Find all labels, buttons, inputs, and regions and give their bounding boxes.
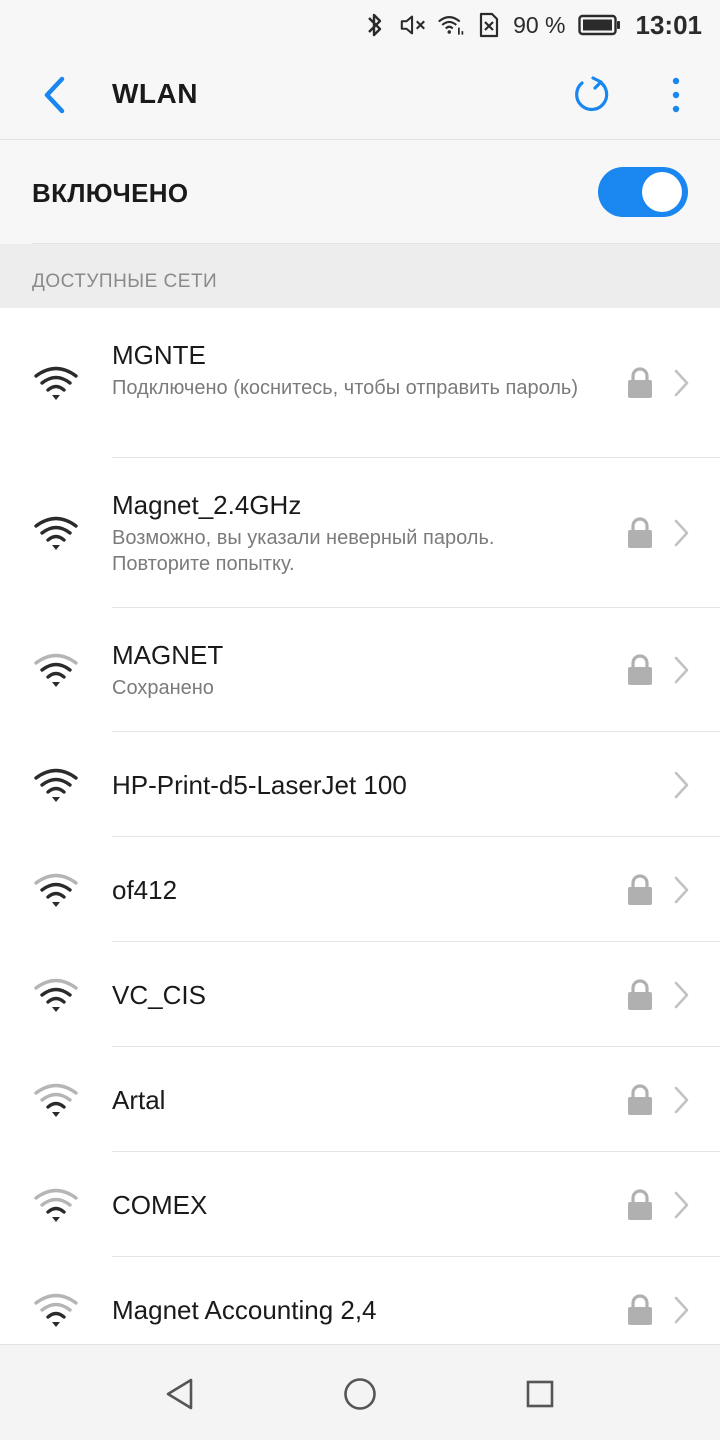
wifi-signal-icon	[32, 513, 80, 553]
chevron-right-icon[interactable]	[672, 1189, 692, 1221]
lock-icon	[625, 516, 655, 550]
network-name: Magnet Accounting 2,4	[112, 1294, 377, 1325]
network-item[interactable]: MGNTE Подключено (коснитесь, чтобы отправ…	[0, 308, 720, 458]
network-text: HP-Print-d5-LaserJet 100	[112, 769, 592, 801]
battery-icon	[577, 11, 622, 39]
network-name: MAGNET	[112, 640, 224, 670]
chevron-right-icon[interactable]	[672, 769, 692, 801]
network-text: COMEX	[112, 1189, 592, 1221]
network-name: HP-Print-d5-LaserJet 100	[112, 769, 407, 800]
chevron-right-icon[interactable]	[672, 1294, 692, 1326]
network-name: COMEX	[112, 1189, 208, 1220]
more-options-button[interactable]	[654, 72, 698, 118]
back-arrow-icon	[44, 76, 65, 114]
no-sim-icon	[475, 11, 503, 39]
network-item[interactable]: VC_CIS	[0, 942, 720, 1047]
nav-home-button[interactable]	[339, 1373, 381, 1415]
network-list[interactable]: MGNTE Подключено (коснитесь, чтобы отправ…	[0, 308, 720, 1344]
nav-recents-button[interactable]	[519, 1373, 561, 1415]
nav-recents-icon	[526, 1380, 554, 1408]
nav-back-icon	[166, 1378, 193, 1410]
battery-percent: 90 %	[513, 11, 566, 38]
network-text: MAGNET Сохранено	[112, 639, 592, 701]
network-item[interactable]: Magnet_2.4GHz Возможно, вы указали неверн…	[0, 458, 720, 608]
wifi-signal-icon	[32, 870, 80, 910]
wlan-toggle-row[interactable]: ВКЛЮЧЕНО	[0, 141, 720, 244]
network-text: Magnet_2.4GHz Возможно, вы указали неверн…	[112, 489, 592, 577]
lock-icon	[625, 1293, 655, 1327]
chevron-right-icon[interactable]	[672, 979, 692, 1011]
wifi-signal-icon	[32, 765, 80, 805]
chevron-right-icon[interactable]	[672, 367, 692, 399]
network-text: Magnet Accounting 2,4	[112, 1294, 592, 1326]
wifi-signal-icon	[32, 650, 80, 690]
page-title: WLAN	[112, 78, 198, 109]
wifi-signal-icon	[32, 1290, 80, 1330]
network-name: VC_CIS	[112, 979, 206, 1010]
wlan-switch[interactable]	[598, 167, 688, 217]
refresh-icon	[575, 76, 609, 112]
lock-icon	[625, 873, 655, 907]
lock-icon	[625, 1083, 655, 1117]
available-networks-header: ДОСТУПНЫЕ СЕТИ	[0, 244, 720, 308]
wifi-signal-icon	[32, 1080, 80, 1120]
network-status: Подключено (коснитесь, чтобы отправить п…	[112, 377, 578, 399]
switch-thumb	[642, 172, 682, 212]
nav-home-icon	[344, 1378, 376, 1410]
clock: 13:01	[635, 9, 703, 40]
back-button[interactable]	[32, 72, 78, 118]
wifi-signal-icon	[32, 363, 80, 403]
lock-icon	[625, 1188, 655, 1222]
lock-icon	[625, 978, 655, 1012]
chevron-right-icon[interactable]	[672, 874, 692, 906]
mute-icon	[399, 11, 427, 39]
navigation-bar	[0, 1344, 720, 1440]
network-status: Возможно, вы указали неверный пароль. По…	[112, 527, 495, 575]
chevron-right-icon[interactable]	[672, 517, 692, 549]
more-vert-icon	[672, 77, 680, 113]
network-item[interactable]: MAGNET Сохранено	[0, 608, 720, 732]
lock-icon	[625, 366, 655, 400]
wifi-status-icon	[437, 11, 465, 39]
chevron-right-icon[interactable]	[672, 1084, 692, 1116]
lock-icon	[625, 653, 655, 687]
wifi-signal-icon	[32, 975, 80, 1015]
network-text: of412	[112, 874, 592, 906]
wlan-toggle-label: ВКЛЮЧЕНО	[32, 178, 189, 208]
network-item[interactable]: COMEX	[0, 1152, 720, 1257]
network-text: MGNTE Подключено (коснитесь, чтобы отправ…	[112, 339, 592, 401]
refresh-button[interactable]	[568, 72, 614, 118]
network-item[interactable]: of412	[0, 837, 720, 942]
network-name: of412	[112, 874, 178, 905]
network-item[interactable]: HP-Print-d5-LaserJet 100	[0, 732, 720, 837]
section-title: ДОСТУПНЫЕ СЕТИ	[32, 271, 218, 292]
network-name: Magnet_2.4GHz	[112, 490, 302, 520]
network-status: Сохранено	[112, 677, 214, 699]
bluetooth-icon	[361, 11, 389, 39]
network-item[interactable]: Artal	[0, 1047, 720, 1152]
wifi-signal-icon	[32, 1185, 80, 1225]
network-text: VC_CIS	[112, 979, 592, 1011]
chevron-right-icon[interactable]	[672, 654, 692, 686]
app-bar: WLAN	[0, 50, 720, 140]
nav-back-button[interactable]	[159, 1373, 201, 1415]
status-bar: 90 % 13:01	[0, 0, 720, 50]
network-name: Artal	[112, 1084, 166, 1115]
network-text: Artal	[112, 1084, 592, 1116]
network-name: MGNTE	[112, 340, 206, 370]
network-item[interactable]: Magnet Accounting 2,4	[0, 1257, 720, 1344]
